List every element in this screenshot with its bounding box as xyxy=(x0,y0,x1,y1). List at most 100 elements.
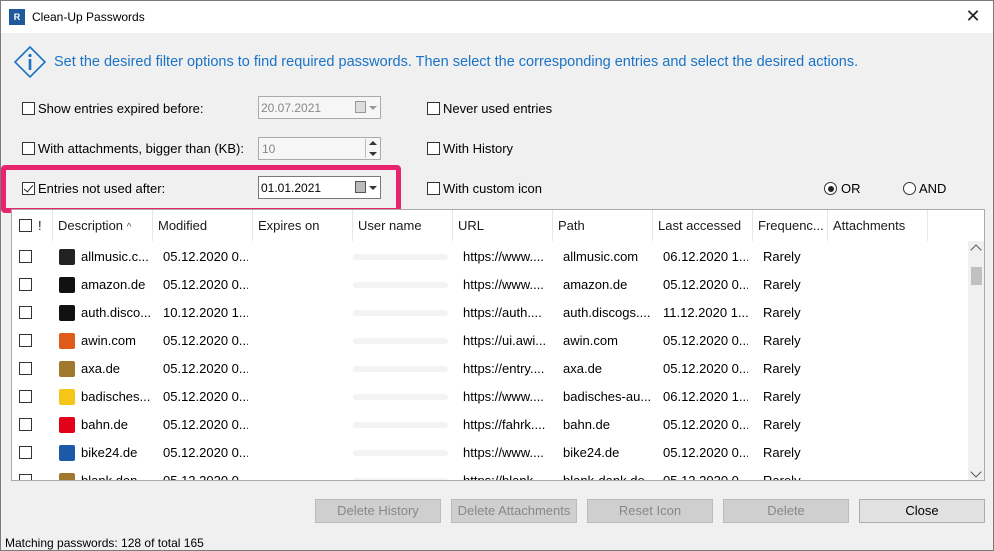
row-url: https://auth.... xyxy=(463,305,542,320)
row-frequency: Rarely xyxy=(763,389,801,404)
close-window-icon[interactable]: ✕ xyxy=(961,5,985,27)
info-icon xyxy=(14,46,46,78)
and-radio[interactable] xyxy=(903,182,916,195)
sort-ascending-icon: ^ xyxy=(126,222,132,233)
row-checkbox[interactable] xyxy=(19,250,32,263)
col-flag[interactable]: ! xyxy=(34,210,53,241)
reset-icon-button[interactable]: Reset Icon xyxy=(587,499,713,523)
scroll-up-icon[interactable] xyxy=(970,244,982,256)
row-url: https://www.... xyxy=(463,249,544,264)
attachment-size-input[interactable]: 10 xyxy=(258,137,381,160)
table-row[interactable]: allmusic.c... 05.12.2020 0... https://www.… xyxy=(12,243,972,271)
row-username-redacted xyxy=(353,254,448,260)
row-last-accessed: 11.12.2020 1... xyxy=(663,305,748,320)
row-frequency: Rarely xyxy=(763,305,801,320)
close-button[interactable]: Close xyxy=(859,499,985,523)
row-checkbox[interactable] xyxy=(19,278,32,291)
row-description: bahn.de xyxy=(81,417,128,432)
select-all-checkbox[interactable] xyxy=(19,219,32,232)
or-label: OR xyxy=(841,181,861,196)
size-spinner[interactable] xyxy=(365,139,379,158)
and-label: AND xyxy=(919,181,947,196)
col-path[interactable]: Path xyxy=(553,210,653,241)
row-frequency: Rarely xyxy=(763,277,801,292)
col-username[interactable]: User name xyxy=(353,210,453,241)
expired-before-date[interactable]: 20.07.2021 xyxy=(258,96,381,119)
key-icon xyxy=(59,473,75,480)
calendar-icon xyxy=(355,181,366,193)
row-path: blank-dank.de xyxy=(563,473,645,481)
scroll-thumb[interactable] xyxy=(971,267,982,285)
table-row[interactable]: blank.den... 05.12.2020 0... https://blank… xyxy=(12,467,972,481)
row-modified: 05.12.2020 0... xyxy=(163,473,248,481)
row-checkbox[interactable] xyxy=(19,474,32,480)
row-last-accessed: 05.12.2020 0... xyxy=(663,417,748,432)
col-frequency[interactable]: Frequenc... xyxy=(753,210,828,241)
row-path: auth.discogs.... xyxy=(563,305,651,320)
delete-history-button[interactable]: Delete History xyxy=(315,499,441,523)
row-description: bike24.de xyxy=(81,445,138,460)
not-used-after-checkbox[interactable] xyxy=(22,182,35,195)
table-row[interactable]: bahn.de 05.12.2020 0... https://fahrk.... b… xyxy=(12,411,972,439)
app-logo-icon: R xyxy=(9,9,25,25)
col-last-accessed[interactable]: Last accessed xyxy=(653,210,753,241)
row-username-redacted xyxy=(353,310,448,316)
row-checkbox[interactable] xyxy=(19,446,32,459)
row-username-redacted xyxy=(353,478,448,480)
col-description-label: Description xyxy=(58,218,124,233)
col-modified[interactable]: Modified xyxy=(153,210,253,241)
table-row[interactable]: awin.com 05.12.2020 0... https://ui.awi...… xyxy=(12,327,972,355)
custom-icon-checkbox[interactable] xyxy=(427,182,440,195)
window-title: Clean-Up Passwords xyxy=(32,10,145,24)
attachments-checkbox[interactable] xyxy=(22,142,35,155)
row-url: https://entry.... xyxy=(463,361,545,376)
expired-before-checkbox[interactable] xyxy=(22,102,35,115)
history-checkbox[interactable] xyxy=(427,142,440,155)
row-description: awin.com xyxy=(81,333,136,348)
row-last-accessed: 05.12.2020 0... xyxy=(663,333,748,348)
scroll-down-icon[interactable] xyxy=(970,466,982,478)
row-last-accessed: 06.12.2020 1... xyxy=(663,249,748,264)
row-checkbox[interactable] xyxy=(19,362,32,375)
row-checkbox[interactable] xyxy=(19,334,32,347)
row-modified: 05.12.2020 0... xyxy=(163,249,248,264)
delete-attachments-button[interactable]: Delete Attachments xyxy=(451,499,577,523)
row-checkbox[interactable] xyxy=(19,390,32,403)
col-expires[interactable]: Expires on xyxy=(253,210,353,241)
table-row[interactable]: auth.disco... 10.12.2020 1... https://auth… xyxy=(12,299,972,327)
col-description[interactable]: Description ^ xyxy=(53,210,153,241)
row-frequency: Rarely xyxy=(763,445,801,460)
vertical-scrollbar[interactable] xyxy=(968,241,984,480)
row-modified: 05.12.2020 0... xyxy=(163,277,248,292)
col-url[interactable]: URL xyxy=(453,210,553,241)
row-username-redacted xyxy=(353,450,448,456)
col-attachments[interactable]: Attachments xyxy=(828,210,928,241)
row-modified: 05.12.2020 0... xyxy=(163,389,248,404)
table-row[interactable]: bike24.de 05.12.2020 0... https://www.... b… xyxy=(12,439,972,467)
row-description: auth.disco... xyxy=(81,305,152,320)
db-icon xyxy=(59,417,75,433)
delete-button[interactable]: Delete xyxy=(723,499,849,523)
row-last-accessed: 05.12.2020 0... xyxy=(663,473,748,481)
row-modified: 05.12.2020 0... xyxy=(163,445,248,460)
table-row[interactable]: badisches... 05.12.2020 0... https://www..… xyxy=(12,383,972,411)
row-last-accessed: 06.12.2020 1... xyxy=(663,389,748,404)
key-icon xyxy=(59,361,75,377)
not-used-after-date[interactable]: 01.01.2021 xyxy=(258,176,381,199)
not-used-after-label: Entries not used after: xyxy=(38,181,166,196)
row-checkbox[interactable] xyxy=(19,418,32,431)
badisches-icon xyxy=(59,389,75,405)
row-path: bahn.de xyxy=(563,417,610,432)
row-checkbox[interactable] xyxy=(19,306,32,319)
or-radio[interactable] xyxy=(824,182,837,195)
spin-up-icon[interactable] xyxy=(369,141,377,145)
table-row[interactable]: amazon.de 05.12.2020 0... https://www.... a… xyxy=(12,271,972,299)
row-path: awin.com xyxy=(563,333,618,348)
never-used-checkbox[interactable] xyxy=(427,102,440,115)
row-modified: 10.12.2020 1... xyxy=(163,305,248,320)
spin-down-icon[interactable] xyxy=(369,152,377,156)
not-used-after-value: 01.01.2021 xyxy=(261,181,322,195)
row-url: https://blank.... xyxy=(463,473,548,481)
row-frequency: Rarely xyxy=(763,473,801,481)
table-row[interactable]: axa.de 05.12.2020 0... https://entry.... ax… xyxy=(12,355,972,383)
